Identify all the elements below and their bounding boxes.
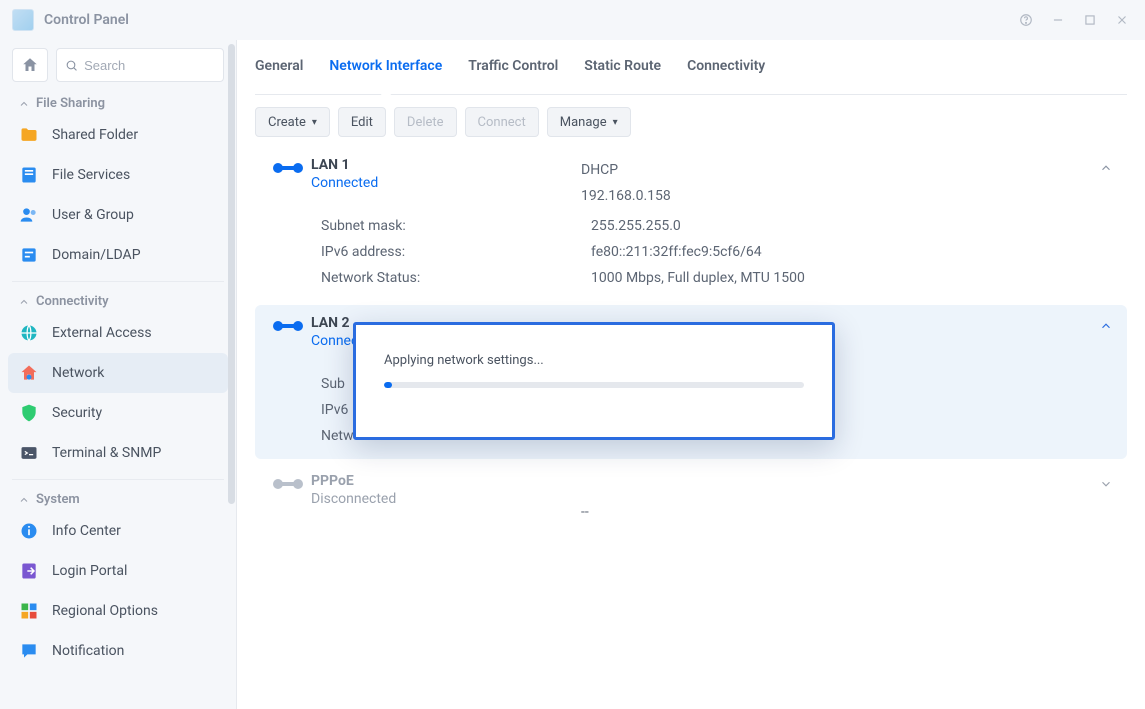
progress-bar <box>384 382 804 388</box>
progress-dialog: Applying network settings... <box>353 322 835 440</box>
progress-fill <box>384 382 392 388</box>
progress-message: Applying network settings... <box>384 353 804 368</box>
